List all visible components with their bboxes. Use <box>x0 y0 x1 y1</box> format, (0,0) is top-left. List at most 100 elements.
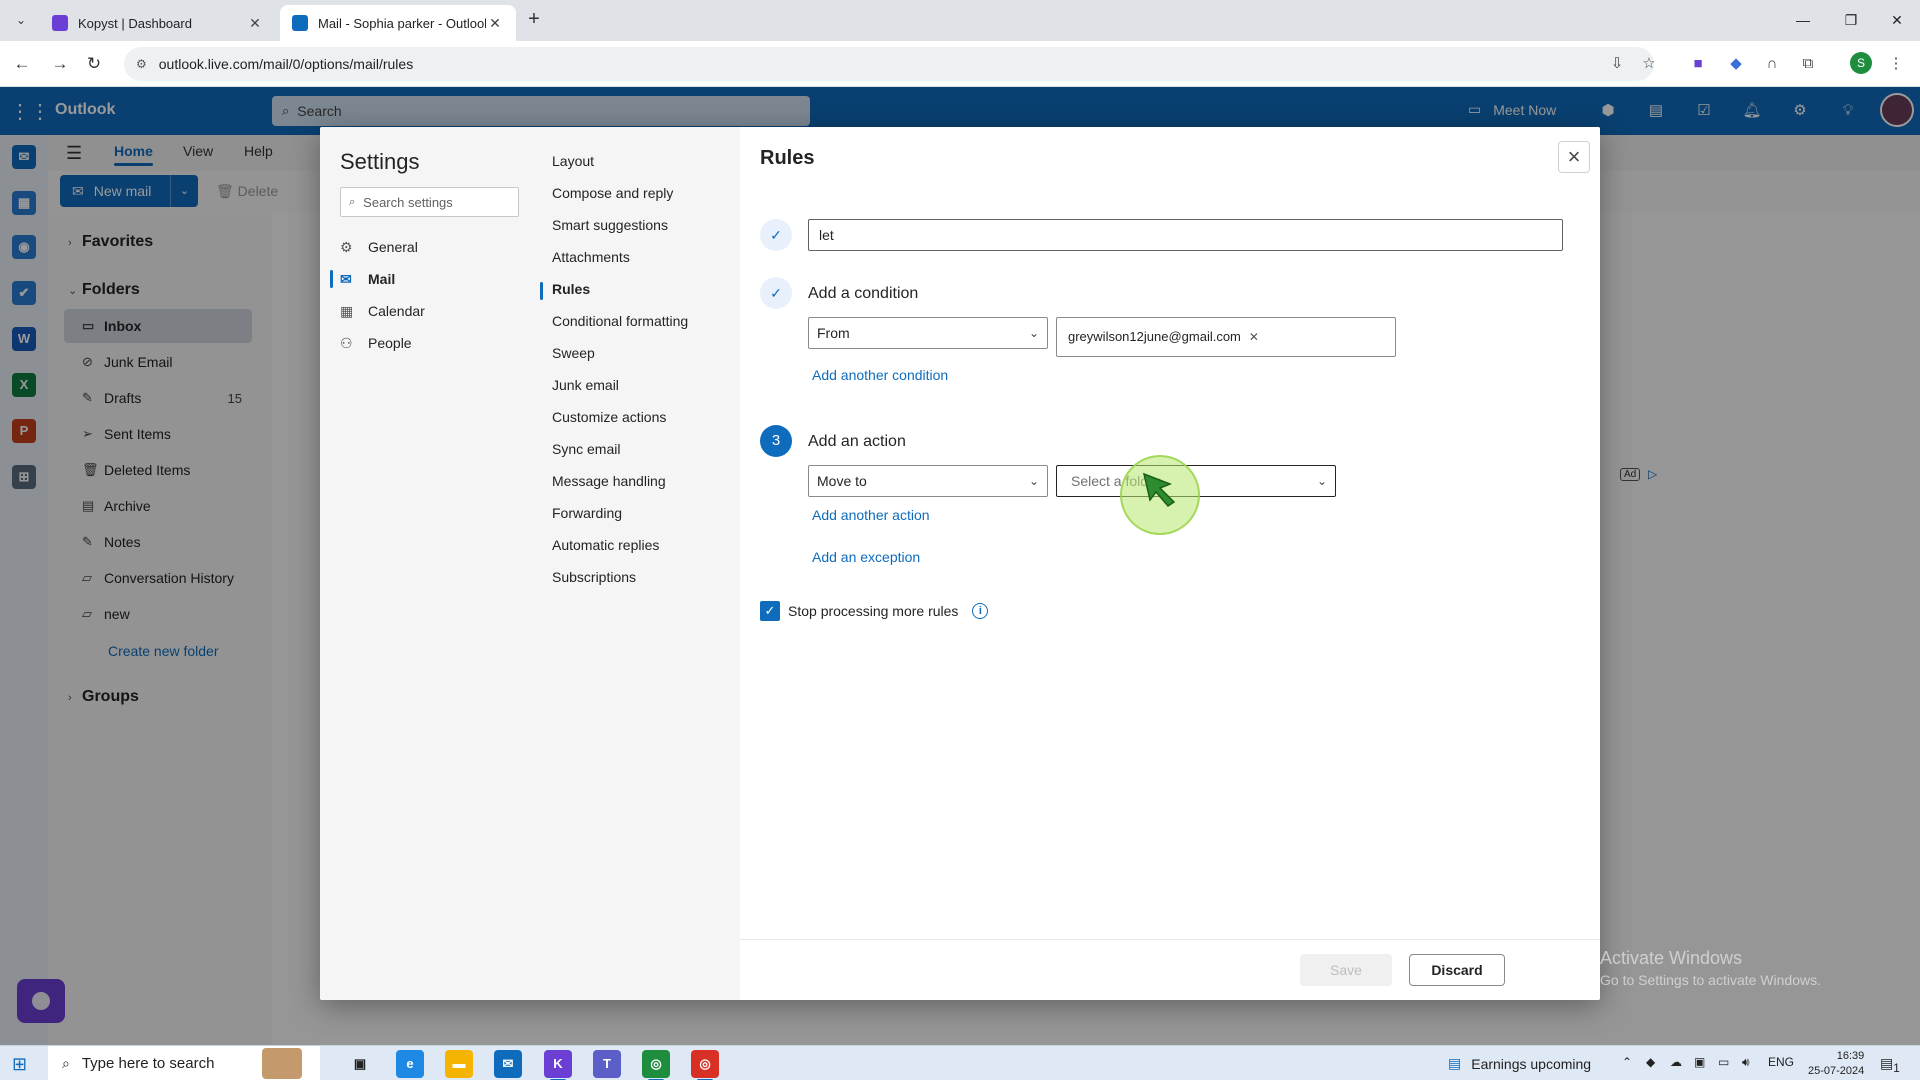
extension-icon[interactable]: ◆ <box>1724 52 1748 76</box>
extensions-puzzle-icon[interactable]: ⧉ <box>1796 52 1820 76</box>
settings-sub-junk-email[interactable]: Junk email <box>552 377 619 399</box>
tray-app-icon[interactable]: ◆ <box>1646 1055 1655 1069</box>
chart-icon: ▤ <box>1448 1055 1462 1071</box>
system-clock[interactable]: 16:39 25-07-2024 <box>1808 1049 1864 1079</box>
task-view-icon[interactable]: ▣ <box>346 1050 374 1078</box>
url-field[interactable]: ⚙ outlook.live.com/mail/0/options/mail/r… <box>124 47 1654 81</box>
settings-sub-compose-reply[interactable]: Compose and reply <box>552 185 673 207</box>
browser-profile-avatar[interactable]: S <box>1850 52 1872 74</box>
add-another-condition-link[interactable]: Add another condition <box>812 367 948 383</box>
settings-sub-customize-actions[interactable]: Customize actions <box>552 409 666 431</box>
site-info-icon[interactable]: ⚙ <box>136 57 147 71</box>
minimize-icon[interactable]: — <box>1780 6 1826 34</box>
chevron-down-icon: ⌄ <box>1316 474 1327 488</box>
install-app-icon[interactable]: ⇩ <box>1605 52 1629 76</box>
search-icon: ⌕ <box>349 195 356 208</box>
restore-icon[interactable]: ❐ <box>1828 6 1874 34</box>
discard-button[interactable]: Discard <box>1409 954 1505 986</box>
tab-title: Mail - Sophia parker - Outlook <box>318 15 486 31</box>
settings-sub-rules[interactable]: Rules <box>552 281 590 303</box>
stop-processing-row: ✓ Stop processing more rules i <box>760 601 989 621</box>
kopyst-favicon-icon <box>52 15 68 31</box>
notification-center-icon[interactable]: ▤1 <box>1880 1055 1900 1075</box>
add-condition-label: Add a condition <box>808 285 919 302</box>
window-close-icon[interactable]: ✕ <box>1874 6 1920 34</box>
teams-icon[interactable]: T <box>593 1050 621 1078</box>
close-tab-icon[interactable]: ✕ <box>246 15 264 32</box>
mail-icon[interactable]: ✉ <box>494 1050 522 1078</box>
settings-sub-smart-suggestions[interactable]: Smart suggestions <box>552 217 668 239</box>
add-exception-link[interactable]: Add an exception <box>812 549 920 565</box>
browser-tab-strip: ⌄ Kopyst | Dashboard ✕ Mail - Sophia par… <box>0 0 1920 41</box>
address-bar-row: ← → ↻ ⚙ outlook.live.com/mail/0/options/… <box>0 41 1920 87</box>
close-dialog-button[interactable]: × <box>1558 141 1590 173</box>
tab-search-chevron-icon[interactable]: ⌄ <box>8 8 34 32</box>
rule-name-input[interactable]: let <box>808 219 1563 251</box>
search-highlight-image[interactable] <box>262 1048 302 1079</box>
network-icon[interactable]: ▭ <box>1718 1055 1729 1069</box>
stop-processing-label[interactable]: Stop processing more rules <box>788 603 958 619</box>
settings-sub-forwarding[interactable]: Forwarding <box>552 505 622 527</box>
settings-sub-sweep[interactable]: Sweep <box>552 345 595 367</box>
settings-search-placeholder: Search settings <box>363 194 453 210</box>
save-button[interactable]: Save <box>1300 954 1392 986</box>
forward-icon[interactable]: → <box>48 52 72 76</box>
step-complete-check-icon: ✓ <box>760 277 792 309</box>
condition-recipient-field[interactable]: greywilson12june@gmail.com ✕ <box>1056 317 1396 357</box>
onedrive-icon[interactable]: ☁ <box>1670 1055 1682 1069</box>
settings-dialog: Settings ⌕ Search settings ⚙ General ✉ Mai… <box>320 127 1600 1000</box>
settings-category-calendar[interactable]: ▦ Calendar <box>340 297 510 325</box>
back-icon[interactable]: ← <box>10 52 34 76</box>
chrome-icon[interactable]: ◎ <box>642 1050 670 1080</box>
tray-chevron-up-icon[interactable]: ⌃ <box>1622 1055 1632 1069</box>
browser-menu-icon[interactable]: ⋮ <box>1884 52 1908 76</box>
condition-type-dropdown[interactable]: From ⌄ <box>808 317 1048 349</box>
settings-category-general[interactable]: ⚙ General <box>340 233 510 261</box>
language-indicator[interactable]: ENG <box>1768 1055 1794 1069</box>
windows-taskbar: ⊞ ⌕ Type here to search ▣ e ▬ ✉ K T ◎ ◎ … <box>0 1045 1920 1080</box>
kopyst-icon[interactable]: K <box>544 1050 572 1080</box>
settings-sub-automatic-replies[interactable]: Automatic replies <box>552 537 659 559</box>
chrome-profile-icon[interactable]: ◎ <box>691 1050 719 1080</box>
extension-arc-icon[interactable]: ∩ <box>1760 52 1784 76</box>
remove-recipient-icon[interactable]: ✕ <box>1249 324 1259 350</box>
add-action-label: Add an action <box>808 433 906 450</box>
settings-category-mail[interactable]: ✉ Mail <box>340 265 510 293</box>
close-tab-icon[interactable]: ✕ <box>486 15 504 32</box>
windows-start-icon[interactable]: ⊞ <box>12 1054 32 1074</box>
settings-sub-sync-email[interactable]: Sync email <box>552 441 620 463</box>
clock-time: 16:39 <box>1836 1050 1865 1062</box>
settings-sub-conditional-formatting[interactable]: Conditional formatting <box>552 313 688 335</box>
new-tab-icon[interactable]: + <box>520 8 548 32</box>
settings-search-input[interactable]: ⌕ Search settings <box>340 187 519 217</box>
volume-icon[interactable]: 🔊︎ <box>1742 1055 1750 1070</box>
bookmark-star-icon[interactable]: ☆ <box>1637 52 1661 76</box>
settings-sub-layout[interactable]: Layout <box>552 153 594 175</box>
selected-indicator <box>330 270 333 288</box>
add-another-action-link[interactable]: Add another action <box>812 507 930 523</box>
gear-icon: ⚙ <box>340 238 353 255</box>
tray-device-icon[interactable]: ▣ <box>1694 1055 1705 1069</box>
settings-sub-message-handling[interactable]: Message handling <box>552 473 666 495</box>
settings-sub-attachments[interactable]: Attachments <box>552 249 630 271</box>
action-type-dropdown[interactable]: Move to ⌄ <box>808 465 1048 497</box>
browser-tab-kopyst[interactable]: Kopyst | Dashboard ✕ <box>40 5 276 41</box>
step-complete-check-icon: ✓ <box>760 219 792 251</box>
tab-title: Kopyst | Dashboard <box>78 15 192 31</box>
recipient-chip: greywilson12june@gmail.com ✕ <box>1065 324 1269 350</box>
settings-category-people[interactable]: ⚇ People <box>340 329 510 357</box>
reload-icon[interactable]: ↻ <box>82 52 106 76</box>
edge-icon[interactable]: e <box>396 1050 424 1078</box>
file-explorer-icon[interactable]: ▬ <box>445 1050 473 1078</box>
stop-processing-checkbox[interactable]: ✓ <box>760 601 780 621</box>
browser-tab-outlook[interactable]: Mail - Sophia parker - Outlook ✕ <box>280 5 516 41</box>
settings-sub-subscriptions[interactable]: Subscriptions <box>552 569 636 591</box>
calendar-icon: ▦ <box>340 302 354 319</box>
kopyst-extension-icon[interactable]: ■ <box>1686 52 1710 76</box>
settings-nav: Settings ⌕ Search settings ⚙ General ✉ Mai… <box>320 127 740 1000</box>
recipient-email: greywilson12june@gmail.com <box>1068 329 1241 344</box>
selected-indicator <box>540 282 543 300</box>
footer-divider <box>740 939 1600 940</box>
news-widget[interactable]: ▤ Earnings upcoming <box>1448 1055 1591 1072</box>
info-icon[interactable]: i <box>972 603 989 619</box>
